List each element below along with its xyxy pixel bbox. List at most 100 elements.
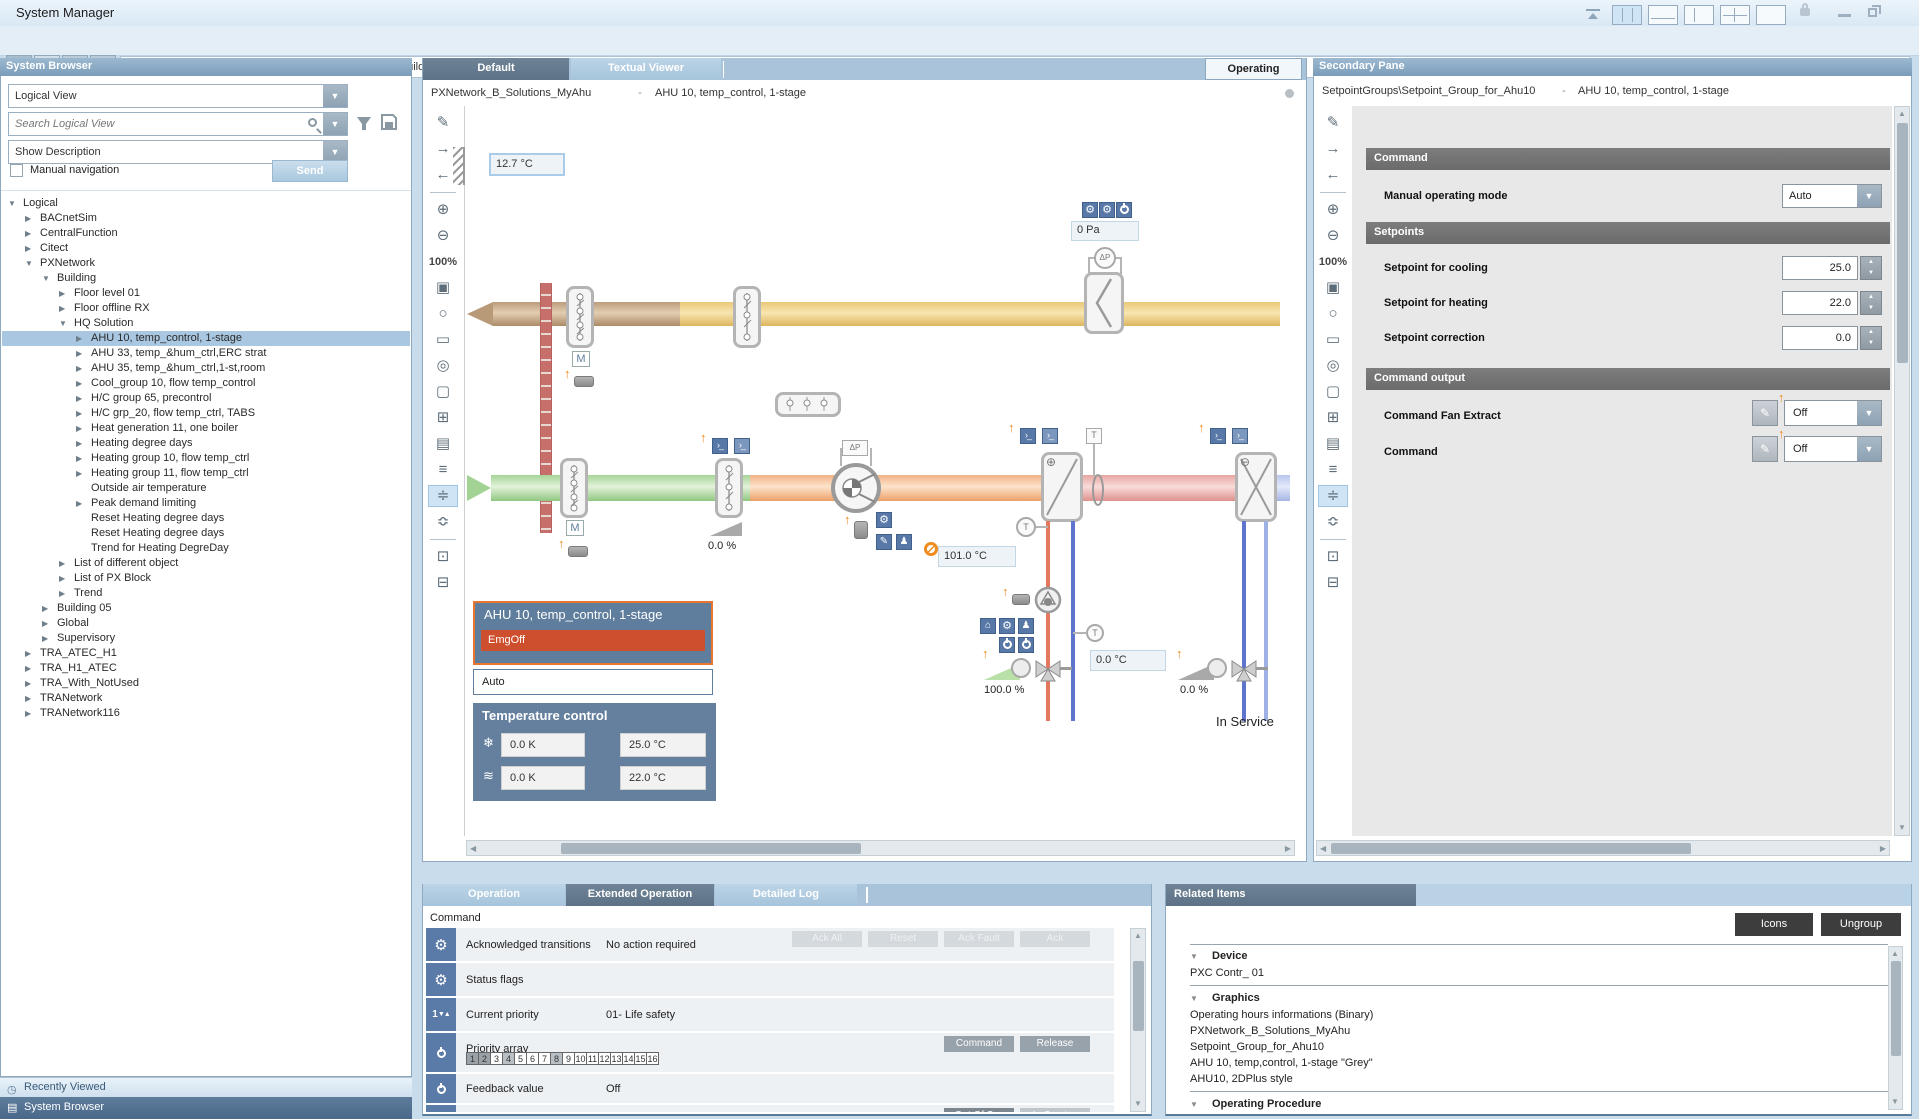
restore-icon[interactable] — [1868, 8, 1877, 17]
tree-item[interactable]: ▼PXNetwork — [2, 256, 410, 271]
power-icon[interactable] — [999, 637, 1015, 653]
manual-operating-mode-select[interactable]: Auto — [1782, 184, 1882, 208]
tree-expander-icon[interactable]: ▶ — [25, 646, 40, 661]
tree-item[interactable]: ▶Floor level 01 — [2, 286, 410, 301]
tab-detailed-log[interactable]: Detailed Log — [715, 884, 857, 906]
search-combo[interactable] — [8, 112, 348, 136]
pressure-sensor[interactable]: ΔP — [1094, 247, 1116, 269]
tree-expander-icon[interactable]: ▶ — [25, 661, 40, 676]
scroll-up-icon[interactable]: ▲ — [1134, 930, 1142, 942]
command-icon[interactable] — [734, 438, 750, 454]
zoom-out-icon[interactable]: ⊖ — [428, 225, 458, 247]
tab-textual-viewer[interactable]: Textual Viewer — [571, 58, 721, 80]
command-icon[interactable] — [1232, 428, 1248, 444]
supply-air-temp-box[interactable]: 101.0 °C — [938, 546, 1016, 567]
tree-expander-icon[interactable]: ▶ — [59, 586, 74, 601]
damper-actuator-m[interactable]: M — [572, 351, 590, 367]
send-button[interactable]: Send — [272, 160, 348, 182]
scroll-thumb[interactable] — [1133, 961, 1144, 1031]
heating-coil[interactable]: ⊕ — [1041, 452, 1083, 522]
scroll-up-icon[interactable]: ▲ — [1891, 948, 1899, 960]
tree-expander-icon[interactable]: ▶ — [42, 616, 57, 631]
dashed-rect-icon[interactable]: ▢ — [1318, 381, 1348, 403]
view-selector[interactable]: Logical View — [8, 84, 348, 108]
tree-item[interactable]: ▶Floor offline RX — [2, 301, 410, 316]
rect-icon[interactable]: ▭ — [1318, 329, 1348, 351]
tree-item[interactable]: ▶H/C grp_20, flow temp_ctrl, TABS — [2, 406, 410, 421]
tree-item[interactable]: ▶List of PX Block — [2, 571, 410, 586]
arrow-left-icon[interactable]: ← — [1318, 164, 1348, 186]
tree-expander-icon[interactable]: ▶ — [76, 421, 91, 436]
tree-item[interactable]: Trend for Heating DegreDay — [2, 541, 410, 556]
scroll-left-icon[interactable]: ◀ — [470, 843, 476, 855]
tree-item[interactable]: ▶TRANetwork — [2, 691, 410, 706]
tree-item[interactable]: Outside air temperature — [2, 481, 410, 496]
tree-item[interactable]: Reset Heating degree days — [2, 526, 410, 541]
setpoint-cooling-input[interactable]: 25.0 — [1782, 256, 1858, 280]
slider-group-component[interactable] — [775, 392, 841, 417]
search-input[interactable] — [9, 113, 347, 135]
gear-icon[interactable] — [1082, 202, 1098, 218]
scroll-right-icon[interactable]: ▶ — [1880, 843, 1886, 855]
zoom-in-icon[interactable]: ⊕ — [428, 199, 458, 221]
cooling-setpoint-box[interactable]: 25.0 °C — [620, 733, 706, 757]
row-button[interactable]: Ack — [1020, 931, 1090, 947]
cooling-three-way-valve[interactable] — [1231, 656, 1257, 682]
fan-pressure-sensor[interactable]: ΔP — [842, 440, 868, 456]
damper-actuator-m[interactable]: M — [566, 520, 584, 536]
return-water-temp-box[interactable]: 0.0 °C — [1090, 650, 1166, 671]
icons-button[interactable]: Icons — [1735, 913, 1813, 936]
minimize-icon[interactable] — [1838, 14, 1851, 17]
print-icon[interactable]: ⊟ — [428, 572, 458, 594]
power-icon[interactable] — [1018, 637, 1034, 653]
chevron-down-icon[interactable] — [1857, 185, 1881, 207]
scroll-thumb[interactable] — [561, 843, 861, 854]
tree-expander-icon[interactable]: ▶ — [59, 301, 74, 316]
related-item[interactable]: Operating hours informations (Binary) — [1190, 1007, 1888, 1023]
secondary-vscrollbar[interactable]: ▲ ▼ — [1894, 106, 1910, 836]
tree-item[interactable]: ▶Supervisory — [2, 631, 410, 646]
save-icon[interactable] — [380, 113, 398, 131]
pane-config-2-icon[interactable]: ≎ — [428, 511, 458, 533]
dashed-rect-icon[interactable]: ▢ — [428, 381, 458, 403]
temp-sensor-t[interactable]: T — [1086, 428, 1102, 444]
primary-hscrollbar[interactable]: ◀ ▶ — [466, 840, 1295, 856]
tree-expander-icon[interactable]: ▶ — [76, 361, 91, 376]
extract-damper[interactable] — [566, 286, 594, 348]
layout-bottom-pane-button[interactable] — [1648, 5, 1678, 25]
pane-config-icon[interactable]: ≑ — [428, 485, 458, 507]
scroll-down-icon[interactable]: ▼ — [1134, 1098, 1142, 1110]
tree-item[interactable]: ▶Cool_group 10, flow temp_control — [2, 376, 410, 391]
row-button[interactable]: Ack Fault — [944, 931, 1014, 947]
tree-expander-icon[interactable]: ▶ — [59, 286, 74, 301]
command-icon[interactable] — [712, 438, 728, 454]
layout-single-pane-button[interactable] — [1756, 5, 1786, 25]
operation-vscrollbar[interactable]: ▲ ▼ — [1130, 928, 1146, 1112]
gear-icon[interactable] — [876, 512, 892, 528]
heating-pump[interactable] — [1034, 586, 1062, 614]
filter-icon[interactable] — [356, 116, 372, 132]
outside-air-temp-box[interactable]: 12.7 °C — [489, 153, 565, 176]
tab-extended-operation[interactable]: Extended Operation — [566, 884, 714, 906]
related-vscrollbar[interactable]: ▲ ▼ — [1888, 946, 1903, 1110]
exhaust-damper[interactable] — [733, 286, 761, 348]
related-group-header[interactable]: ▼Operating Procedure — [1190, 1096, 1888, 1113]
chevron-down-icon[interactable] — [323, 85, 347, 107]
related-group-header[interactable]: ▼Graphics — [1190, 990, 1888, 1007]
tree-expander-icon[interactable]: ▶ — [59, 556, 74, 571]
power-icon[interactable] — [1116, 202, 1132, 218]
tree-expander-icon[interactable]: ▶ — [76, 436, 91, 451]
valve-actuator[interactable] — [1207, 658, 1227, 678]
tree-item[interactable]: ▶Heating group 11, flow temp_ctrl — [2, 466, 410, 481]
system-tree[interactable]: ▼Logical▶BACnetSim▶CentralFunction▶Citec… — [2, 196, 410, 756]
zoom-level-icon[interactable]: 100% — [1318, 251, 1348, 273]
tree-expander-icon[interactable]: ▶ — [76, 391, 91, 406]
layout-grid-button[interactable] — [1720, 5, 1750, 25]
row-button[interactable]: Release — [1020, 1036, 1090, 1052]
rect-icon[interactable]: ▭ — [428, 329, 458, 351]
alarm-state-bar[interactable]: EmgOff — [481, 630, 705, 651]
ahu-popup[interactable]: AHU 10, temp_control, 1-stage EmgOff — [473, 601, 713, 665]
command-select[interactable]: Off — [1784, 436, 1882, 462]
print-icon[interactable]: ⊟ — [1318, 572, 1348, 594]
arrow-right-icon[interactable]: → — [1318, 138, 1348, 160]
